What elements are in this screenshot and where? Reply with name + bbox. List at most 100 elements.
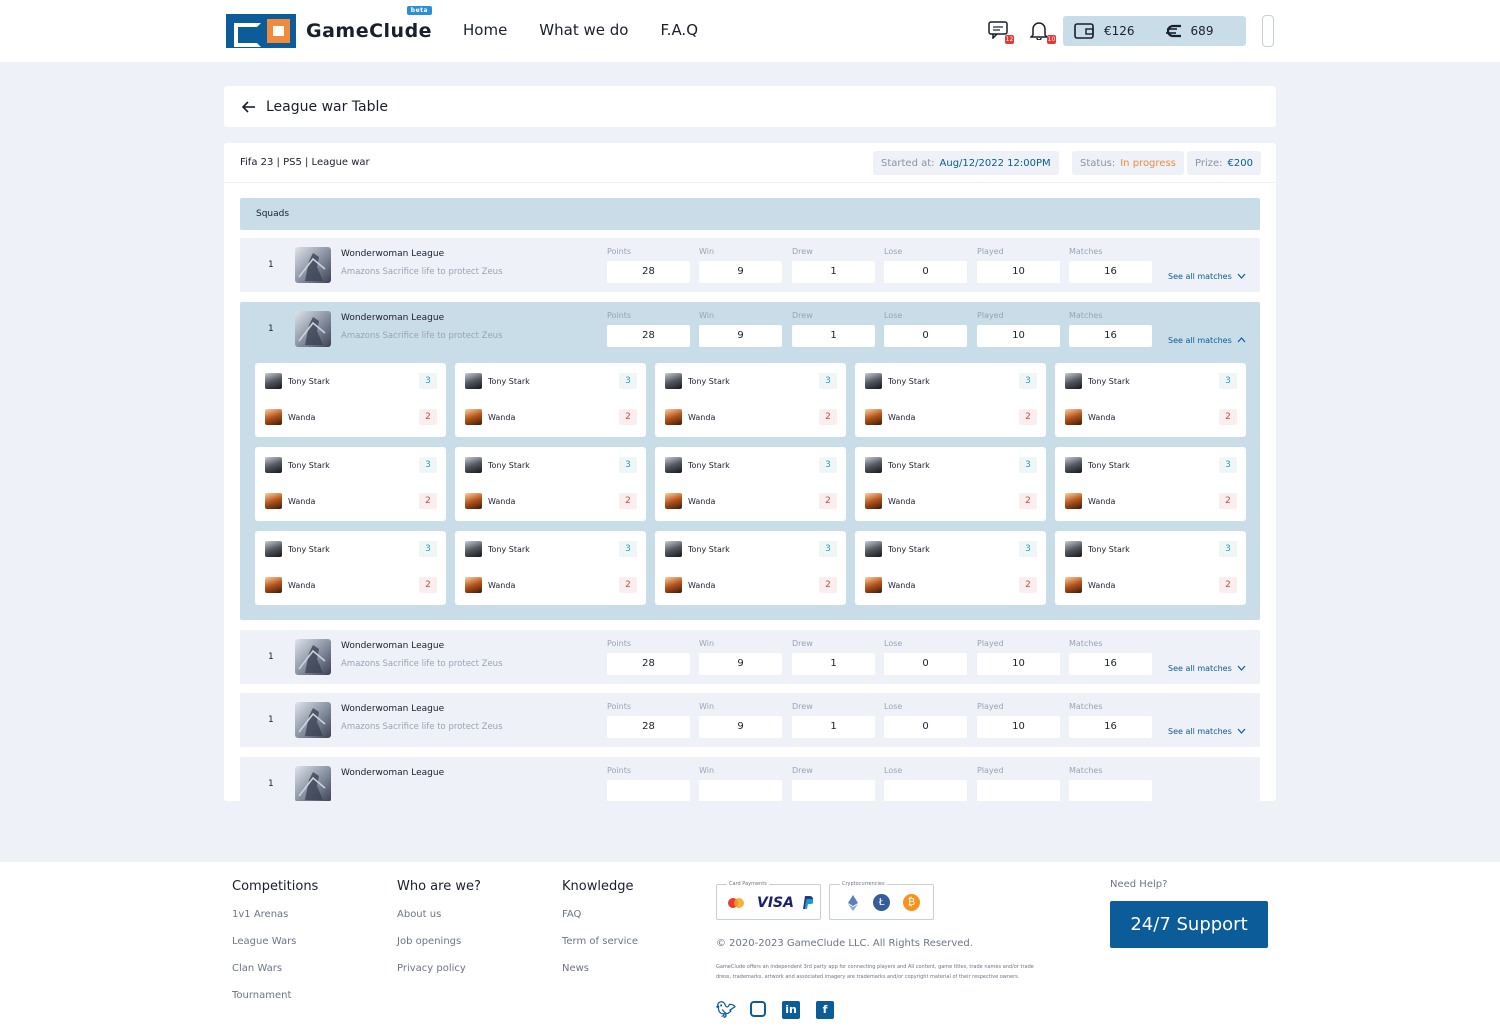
see-all-matches-link[interactable]: See all matches (1168, 727, 1246, 736)
instagram-icon[interactable] (750, 1001, 766, 1017)
player-score: 3 (1019, 373, 1037, 389)
status-value: In progress (1120, 157, 1176, 169)
squad-row-expanded[interactable]: 1 Wonderwoman League Amazons Sacrifice lif… (240, 302, 1260, 620)
match-card[interactable]: Tony Stark 3 Wanda 2 (1055, 447, 1246, 521)
squad-row[interactable]: 1 Wonderwoman League Amazons Sacrifice lif… (240, 630, 1260, 684)
player-avatar (1065, 409, 1082, 425)
squad-row[interactable]: 1 Wonderwoman League Points Win Drew Lose… (240, 757, 1260, 801)
match-player-row: Tony Stark 3 (865, 541, 1037, 557)
twitter-icon[interactable]: 🐦︎ (716, 1001, 736, 1019)
team-description: Amazons Sacrifice life to protect Zeus (341, 331, 503, 341)
footer-link[interactable]: League Wars (232, 936, 318, 947)
match-card[interactable]: Tony Stark 3 Wanda 2 (855, 531, 1046, 605)
social-links: 🐦︎ in f (716, 1001, 834, 1019)
match-card[interactable]: Tony Stark 3 Wanda 2 (255, 363, 446, 437)
brand-logo[interactable]: GameClude beta (226, 6, 433, 48)
ethereum-icon (848, 895, 858, 911)
footer-link[interactable]: Term of service (562, 936, 638, 947)
stat-label: Played (977, 702, 1004, 711)
player-name: Wanda (288, 496, 316, 506)
player-name: Tony Stark (688, 376, 730, 386)
wallet-box[interactable]: €126 689 (1063, 16, 1246, 46)
nav-home[interactable]: Home (463, 21, 507, 39)
player-score: 3 (1219, 457, 1237, 473)
litecoin-icon: Ł (873, 894, 890, 911)
player-avatar (265, 373, 282, 389)
support-button[interactable]: 24/7 Support (1110, 901, 1268, 948)
match-card[interactable]: Tony Stark 3 Wanda 2 (1055, 531, 1246, 605)
facebook-icon[interactable]: f (816, 1001, 834, 1019)
stat-label: Lose (884, 311, 903, 320)
match-player-row: Tony Stark 3 (665, 457, 837, 473)
match-card[interactable]: Tony Stark 3 Wanda 2 (455, 447, 646, 521)
player-avatar (665, 493, 682, 509)
nav-what-we-do[interactable]: What we do (539, 21, 628, 39)
stat-label: Matches (1069, 247, 1103, 256)
user-avatar[interactable] (1262, 15, 1274, 47)
nav-faq[interactable]: F.A.Q (660, 21, 698, 39)
footer-link[interactable]: Privacy policy (397, 963, 481, 974)
match-card[interactable]: Tony Stark 3 Wanda 2 (655, 447, 846, 521)
stat-value: 1 (792, 653, 875, 675)
match-card[interactable]: Tony Stark 3 Wanda 2 (1055, 363, 1246, 437)
match-card[interactable]: Tony Stark 3 Wanda 2 (455, 531, 646, 605)
match-card[interactable]: Tony Stark 3 Wanda 2 (855, 447, 1046, 521)
squad-rank: 1 (268, 715, 274, 725)
footer-link[interactable]: Clan Wars (232, 963, 318, 974)
player-name: Wanda (688, 496, 716, 506)
match-card[interactable]: Tony Stark 3 Wanda 2 (655, 531, 846, 605)
squad-rank: 1 (268, 324, 274, 334)
match-player-row: Tony Stark 3 (665, 541, 837, 557)
player-score: 2 (1019, 409, 1037, 425)
squad-rank: 1 (268, 260, 274, 270)
match-card[interactable]: Tony Stark 3 Wanda 2 (455, 363, 646, 437)
footer-link[interactable]: 1v1 Arenas (232, 909, 318, 920)
player-avatar (265, 409, 282, 425)
match-card[interactable]: Tony Stark 3 Wanda 2 (855, 363, 1046, 437)
see-all-matches-link[interactable]: See all matches (1168, 664, 1246, 673)
see-all-matches-link[interactable]: See all matches (1168, 336, 1246, 345)
linkedin-icon[interactable]: in (782, 1001, 800, 1019)
player-avatar (265, 541, 282, 557)
player-score: 2 (819, 577, 837, 593)
footer-link[interactable]: Job openings (397, 936, 481, 947)
footer: Competitions 1v1 Arenas League Wars Clan… (0, 862, 1500, 1035)
stat-value: 16 (1069, 716, 1152, 738)
see-all-matches-link[interactable]: See all matches (1168, 272, 1246, 281)
match-player-row: Wanda 2 (865, 409, 1037, 425)
crypto-box: Cryptocurrencies Ł ₿ (829, 881, 934, 920)
match-card[interactable]: Tony Stark 3 Wanda 2 (255, 531, 446, 605)
stat-label: Drew (792, 247, 813, 256)
match-player-row: Wanda 2 (665, 409, 837, 425)
stat-value (977, 780, 1060, 801)
wallet-icon (1074, 23, 1094, 39)
player-avatar (465, 373, 482, 389)
notifications-button[interactable]: 10 (1029, 21, 1056, 44)
match-card[interactable]: Tony Stark 3 Wanda 2 (255, 447, 446, 521)
squad-row[interactable]: 1 Wonderwoman League Amazons Sacrifice lif… (240, 238, 1260, 292)
player-score: 2 (1019, 577, 1037, 593)
stat-label: Played (977, 639, 1004, 648)
brand-name: GameClude (306, 20, 433, 42)
footer-link[interactable]: News (562, 963, 638, 974)
chevron-up-icon (1237, 337, 1246, 343)
arrow-left-icon[interactable] (242, 100, 256, 114)
copyright: © 2020-2023 GameClude LLC. All Rights Re… (716, 938, 973, 949)
match-card[interactable]: Tony Stark 3 Wanda 2 (655, 363, 846, 437)
stat-value: 0 (884, 716, 967, 738)
footer-link[interactable]: Tournament (232, 990, 318, 1001)
beta-badge: beta (406, 6, 433, 15)
squad-row[interactable]: 1 Wonderwoman League Amazons Sacrifice lif… (240, 693, 1260, 747)
help-label: Need Help? (1110, 879, 1168, 890)
footer-link[interactable]: About us (397, 909, 481, 920)
player-avatar (465, 541, 482, 557)
footer-link[interactable]: FAQ (562, 909, 638, 920)
stat-value: 28 (607, 261, 690, 283)
messages-button[interactable]: 12 (988, 21, 1014, 44)
started-value: Aug/12/2022 12:00PM (939, 157, 1051, 169)
mastercard-icon (728, 898, 744, 908)
stat-value: 9 (699, 716, 782, 738)
player-score: 3 (1219, 373, 1237, 389)
player-avatar (1065, 457, 1082, 473)
stat-value: 9 (699, 261, 782, 283)
